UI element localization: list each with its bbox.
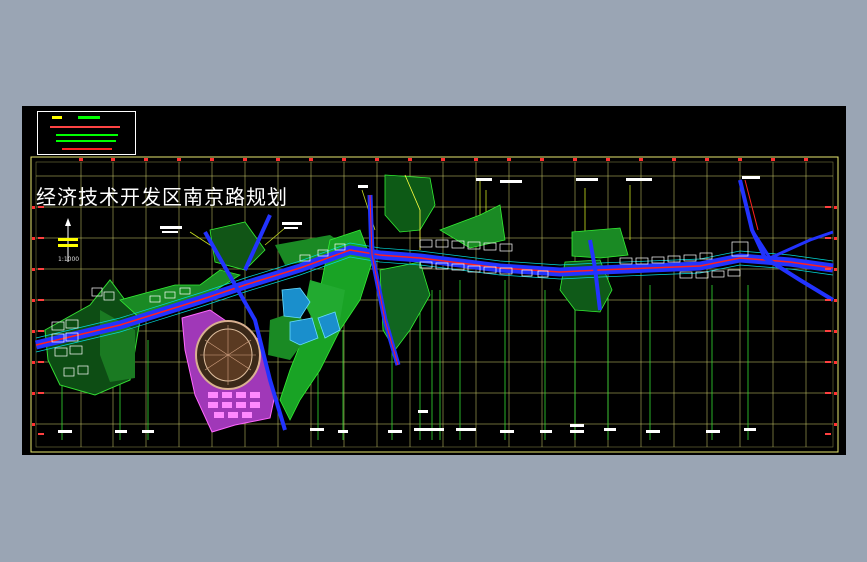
stadium — [195, 320, 261, 390]
legend-marks — [50, 116, 120, 150]
scale-label: 1:1000 — [58, 256, 80, 263]
legend-box — [37, 111, 136, 155]
cad-plan — [30, 156, 839, 453]
drawing-title: 经济技术开发区南京路规划 — [36, 185, 288, 209]
green-areas — [44, 174, 629, 421]
